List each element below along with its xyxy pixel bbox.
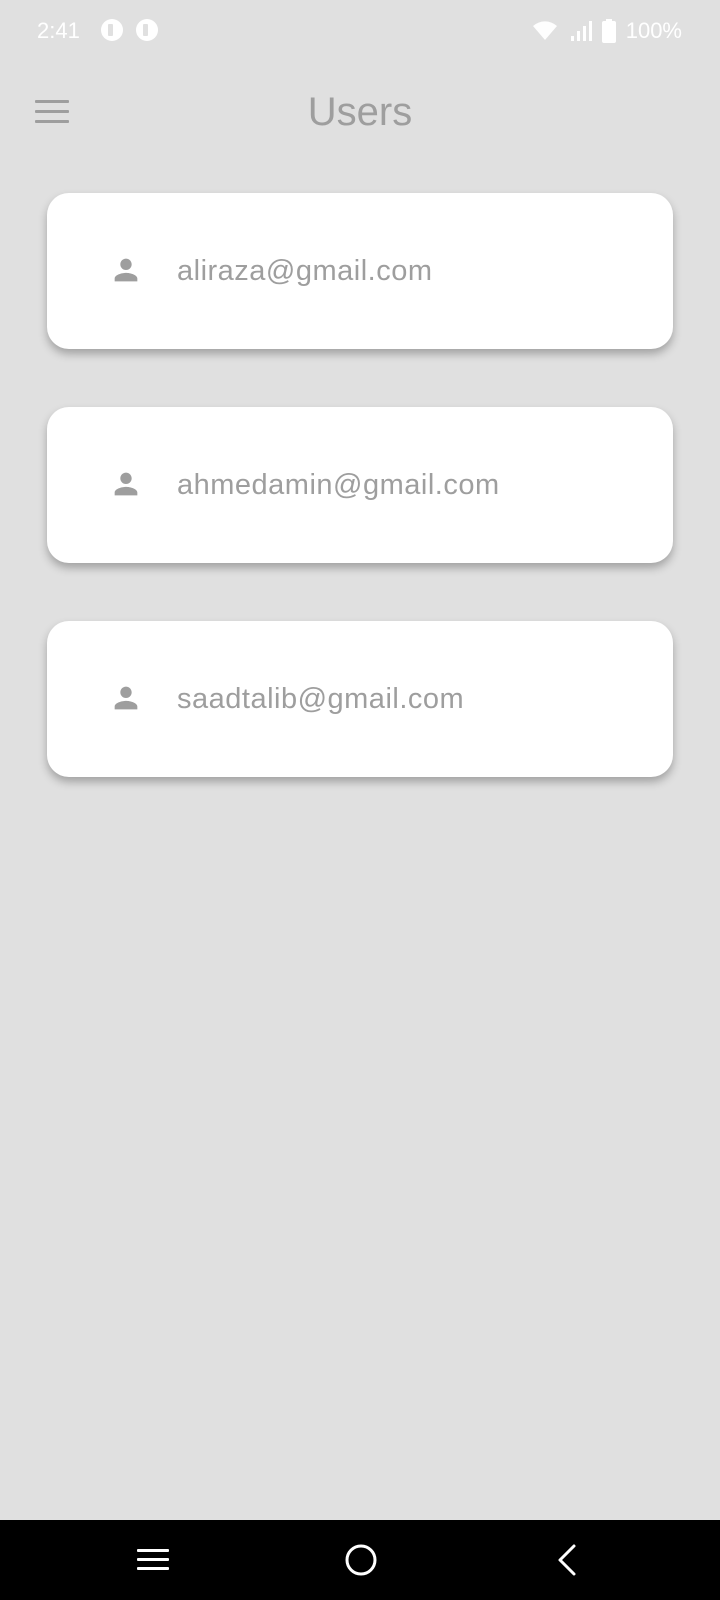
- users-screen: 2:41 100% Users aliraza@gmail.com ahmeda…: [0, 0, 720, 1600]
- battery-percentage: 100%: [625, 18, 682, 43]
- system-navigation-bar: [0, 1520, 720, 1600]
- battery-icon: [601, 19, 616, 43]
- app-bar: Users: [0, 62, 720, 162]
- status-bar: 2:41 100%: [0, 0, 720, 62]
- home-icon[interactable]: [321, 1530, 401, 1590]
- status-time: 2:41: [37, 18, 80, 43]
- user-card[interactable]: aliraza@gmail.com: [47, 193, 673, 349]
- user-list: aliraza@gmail.com ahmedamin@gmail.com sa…: [47, 193, 673, 835]
- person-icon: [109, 681, 143, 715]
- user-email: aliraza@gmail.com: [177, 255, 433, 287]
- user-card[interactable]: saadtalib@gmail.com: [47, 621, 673, 777]
- user-email: ahmedamin@gmail.com: [177, 469, 500, 501]
- cellular-signal-icon: [570, 20, 592, 42]
- app-notification-icon: [136, 19, 158, 41]
- person-icon: [109, 467, 143, 501]
- user-email: saadtalib@gmail.com: [177, 683, 465, 715]
- page-title: Users: [307, 90, 413, 134]
- recents-icon[interactable]: [113, 1530, 193, 1590]
- user-card[interactable]: ahmedamin@gmail.com: [47, 407, 673, 563]
- status-indicators: 100%: [532, 17, 682, 45]
- person-icon: [109, 253, 143, 287]
- wifi-icon: [532, 20, 558, 42]
- app-notification-icon: [101, 19, 123, 41]
- back-icon[interactable]: [527, 1530, 607, 1590]
